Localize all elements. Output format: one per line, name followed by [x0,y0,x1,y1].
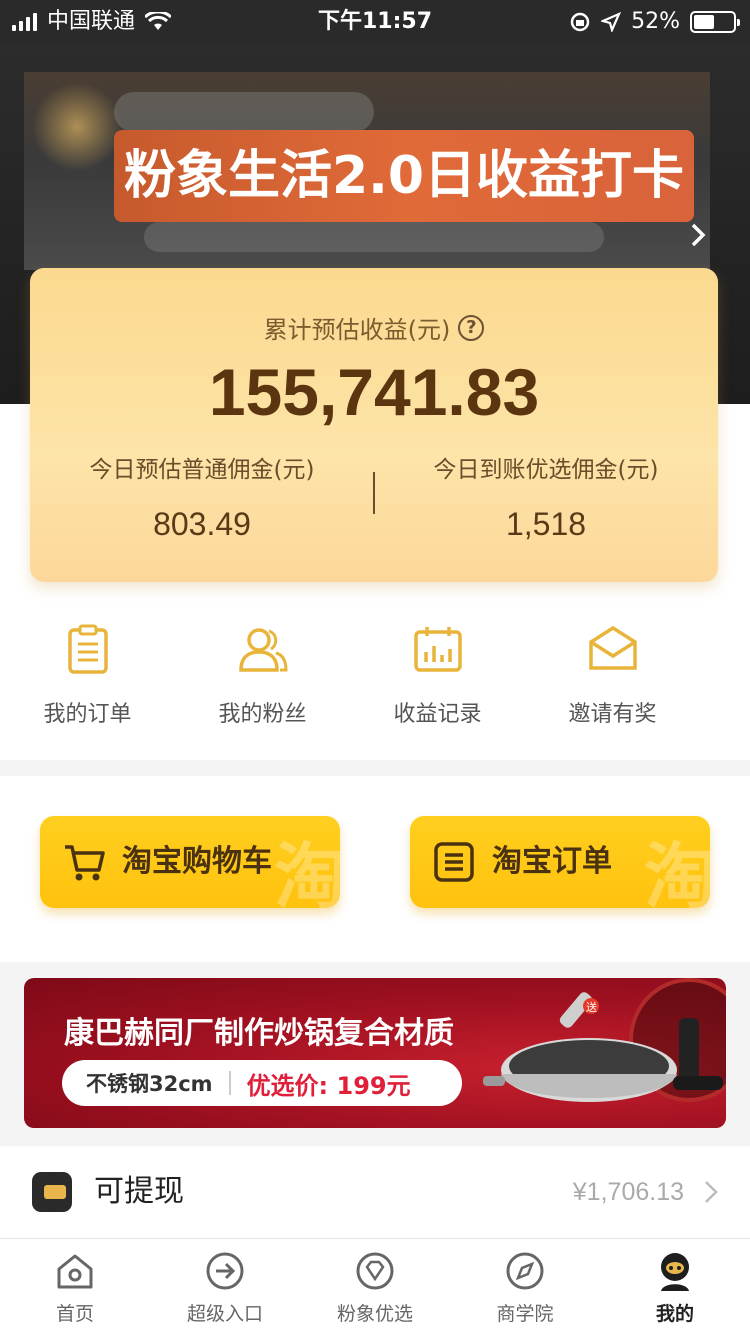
calendar-chart-icon [413,627,462,672]
compass-icon [506,1252,544,1290]
quick-action-label: 我的粉丝 [218,702,307,727]
diamond-icon [356,1252,394,1290]
tab-label: 我的 [655,1303,694,1325]
promo-banner[interactable]: 粉象生活2.0日收益打卡 [24,72,710,270]
chevron-right-icon[interactable] [690,222,706,248]
earnings-card: 累计预估收益(元) ? 155,741.83 今日预估普通佣金(元) 803.4… [30,268,718,582]
withdraw-amount: ¥1,706.13 [572,1178,684,1206]
tab-label: 超级入口 [186,1303,263,1325]
tab-mine[interactable]: 我的 [600,1239,750,1332]
people-icon [238,628,288,672]
tab-label: 首页 [55,1303,94,1325]
banner-title: 粉象生活2.0日收益打卡 [123,146,685,206]
today-normal-commission-value: 803.49 [153,506,251,542]
shopping-cart-icon [65,845,105,881]
banner-decoration [32,82,122,172]
home-icon [57,1254,93,1289]
quick-action-orders[interactable]: 我的订单 [0,622,175,732]
tab-bar: 首页 超级入口 粉象优选 商学院 我的 [0,1238,750,1332]
tab-label: 粉象优选 [336,1303,413,1325]
tab-label: 商学院 [496,1303,554,1325]
taobao-watermark: 淘 [643,835,710,908]
banner-decoration [144,222,604,252]
ad-headline: 康巴赫同厂制作炒锅复合材质 [64,1016,454,1051]
tab-selected[interactable]: 粉象优选 [300,1239,450,1332]
withdraw-row[interactable]: 可提现 ¥1,706.13 [0,1146,750,1238]
help-icon[interactable]: ? [458,314,485,341]
banner-decoration [114,92,374,132]
ad-spec: 不锈钢32cm [86,1072,213,1096]
today-selected-commission[interactable]: 今日到账优选佣金(元) 1,518 [374,450,718,543]
ad-price-pill: 不锈钢32cm 优选价: 199元 [62,1060,462,1106]
ad-section: 康巴赫同厂制作炒锅复合材质 不锈钢32cm 优选价: 199元 送 [0,962,750,1144]
taobao-cart-button[interactable]: 淘 淘宝购物车 [40,816,340,908]
quick-action-invite[interactable]: 邀请有奖 [525,622,700,732]
tab-home[interactable]: 首页 [0,1239,150,1332]
quick-action-fans[interactable]: 我的粉丝 [175,622,350,732]
battery-percent: 52% [631,9,680,34]
today-selected-commission-label: 今日到账优选佣金(元) [433,457,659,483]
quick-action-label: 我的订单 [43,702,132,727]
envelope-icon [588,625,637,670]
ad-separator [228,1071,231,1095]
status-right: 52% [569,0,740,44]
location-icon [601,12,622,32]
withdraw-label: 可提现 [94,1174,184,1209]
total-earnings-value: 155,741.83 [208,355,540,429]
taobao-orders-button[interactable]: 淘 淘宝订单 [410,816,710,908]
quick-action-label: 邀请有奖 [568,702,657,727]
ad-price: 优选价: 199元 [246,1071,411,1100]
total-earnings-label: 累计预估收益(元) [263,316,451,344]
tab-super-entry[interactable]: 超级入口 [150,1239,300,1332]
clipboard-icon [67,624,108,674]
product-ad-banner[interactable]: 康巴赫同厂制作炒锅复合材质 不锈钢32cm 优选价: 199元 送 [24,978,726,1128]
taobao-orders-label: 淘宝订单 [492,844,612,879]
today-selected-commission-value: 1,518 [505,506,587,542]
wallet-icon [32,1172,72,1212]
taobao-cart-label: 淘宝购物车 [122,844,272,879]
today-normal-commission[interactable]: 今日预估普通佣金(元) 803.49 [30,450,374,543]
total-earnings-label-row: 累计预估收益(元) ? [30,310,718,345]
battery-fill [694,15,714,29]
profile-icon [661,1253,689,1291]
quick-actions: 我的订单 我的粉丝 收益记录 邀请有奖 [0,622,750,732]
orientation-lock-icon [570,12,590,32]
wok-image: 送 [483,978,726,1102]
quick-action-earnings-record[interactable]: 收益记录 [350,622,525,732]
chevron-right-icon [705,1181,718,1203]
ad-sticker: 送 [586,1000,597,1014]
today-normal-commission-label: 今日预估普通佣金(元) [89,457,315,483]
tab-academy[interactable]: 商学院 [450,1239,600,1332]
taobao-watermark: 淘 [273,835,340,908]
battery-icon [690,11,740,33]
enter-arrow-icon [206,1252,244,1290]
quick-action-label: 收益记录 [393,702,482,727]
status-bar: 中国联通 下午11:57 52% [0,0,750,44]
order-list-icon [434,842,474,882]
taobao-section: 淘 淘宝购物车 淘 淘宝订单 [0,776,750,962]
